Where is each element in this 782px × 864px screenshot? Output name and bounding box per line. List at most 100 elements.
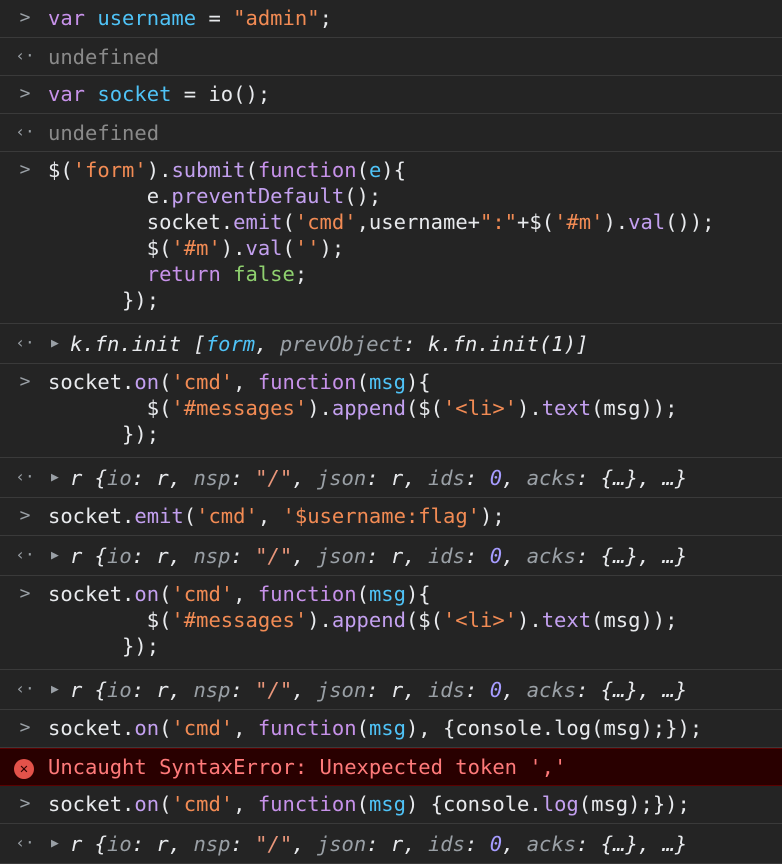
code-token: ( [159, 716, 172, 740]
code-token: 'cmd' [171, 370, 234, 394]
preview-token: r { [70, 678, 108, 702]
code-line[interactable]: e.preventDefault(); [48, 184, 382, 208]
expand-triangle-icon[interactable]: ▶ [51, 682, 59, 697]
chevron-right-icon: > [19, 159, 31, 180]
code-line[interactable]: }); [48, 634, 159, 658]
code-token: ). [517, 396, 542, 420]
code-token: on [134, 370, 160, 394]
code-token: ){ [405, 582, 431, 606]
preview-token: 0 [489, 544, 503, 568]
code-token: ":" [480, 210, 518, 234]
preview-token: , [292, 466, 317, 490]
expand-triangle-icon[interactable]: ▶ [51, 336, 59, 351]
code-token: , [233, 716, 258, 740]
code-line[interactable]: socket.on('cmd', function(msg){ [48, 582, 431, 606]
console-entry-result[interactable]: ‹· ▶ r {io: r, nsp: "/", json: r, ids: 0, … [0, 824, 782, 864]
code-token: ), {console.log(msg);}); [405, 716, 703, 740]
console-entry-input: > socket.emit('cmd', '$username:flag'); [0, 498, 782, 536]
expand-triangle-icon[interactable]: ▶ [51, 836, 59, 851]
expand-triangle-icon[interactable]: ▶ [51, 470, 59, 485]
preview-token: , [292, 832, 317, 856]
console-entry-result[interactable]: ‹· ▶ r {io: r, nsp: "/", json: r, ids: 0, … [0, 458, 782, 498]
code-token: msg [368, 582, 406, 606]
code-line[interactable]: socket.on('cmd', function(msg){ [48, 370, 431, 394]
code-token: socket. [48, 210, 234, 234]
code-token: function [257, 582, 357, 606]
object-preview[interactable]: r {io: r, nsp: "/", json: r, ids: 0, ack… [70, 544, 687, 568]
object-preview[interactable]: r {io: r, nsp: "/", json: r, ids: 0, ack… [70, 678, 687, 702]
code-token: $( [48, 236, 172, 260]
preview-token: , [502, 544, 527, 568]
code-token: '' [294, 236, 320, 260]
code-token: function [257, 716, 357, 740]
preview-token: ids [427, 678, 465, 702]
code-line[interactable]: }); [48, 422, 159, 446]
code-token: var [48, 82, 98, 106]
return-arrow-icon: ‹· [15, 122, 35, 141]
console-entry-output: ‹· undefined [0, 114, 782, 152]
code-token: socket. [48, 504, 135, 528]
code-token: ( [245, 158, 258, 182]
chevron-right-icon: > [19, 583, 31, 604]
code-token: socket [97, 82, 172, 106]
code-token: socket. [48, 792, 135, 816]
code-token: 'cmd' [171, 792, 234, 816]
code-token: (msg)); [591, 396, 678, 420]
code-line[interactable]: $('#messages').append($('<li>').text(msg… [48, 608, 678, 632]
code-line[interactable]: $('form').submit(function(e){ [48, 158, 406, 182]
object-preview[interactable]: r {io: r, nsp: "/", json: r, ids: 0, ack… [70, 466, 687, 490]
preview-token: acks [526, 678, 577, 702]
code-line[interactable]: socket.emit('cmd', '$username:flag'); [48, 504, 505, 528]
preview-token: , [502, 678, 527, 702]
code-token: on [134, 582, 160, 606]
chevron-right-icon: > [19, 371, 31, 392]
object-preview[interactable]: k.fn.init [form, prevObject: k.fn.init(1… [70, 332, 588, 356]
preview-token: 0 [489, 832, 503, 856]
object-preview[interactable]: r {io: r, nsp: "/", json: r, ids: 0, ack… [70, 832, 687, 856]
code-token: 'form' [72, 158, 147, 182]
code-line[interactable]: var socket = io(); [48, 82, 270, 106]
code-token: ( [356, 716, 369, 740]
code-token: , [233, 582, 258, 606]
code-line[interactable]: }); [48, 288, 159, 312]
code-token: '<li>' [442, 608, 518, 632]
code-line[interactable]: socket.emit('cmd',username+":"+$('#m').v… [48, 210, 715, 234]
code-token: ( [159, 582, 172, 606]
preview-token: : [230, 466, 256, 490]
preview-token: acks [526, 544, 577, 568]
code-line[interactable]: return false; [48, 262, 307, 286]
preview-token: : r, [366, 832, 428, 856]
code-token: function [257, 158, 357, 182]
console-entry-error: ✕ Uncaught SyntaxError: Unexpected token … [0, 748, 782, 786]
preview-token: 0 [489, 678, 503, 702]
code-token: = [196, 6, 234, 30]
code-token: on [134, 716, 160, 740]
code-token: socket. [48, 716, 135, 740]
code-token: }); [48, 422, 160, 446]
code-token: preventDefault [171, 184, 345, 208]
code-token: false [233, 262, 295, 286]
code-line[interactable]: socket.on('cmd', function(msg), {console… [48, 716, 702, 740]
chevron-right-icon: > [19, 505, 31, 526]
code-token: text [541, 608, 592, 632]
preview-token: nsp [193, 832, 231, 856]
console-entry-result[interactable]: ‹· ▶ k.fn.init [form, prevObject: k.fn.ini… [0, 324, 782, 364]
code-token: ()); [665, 210, 715, 234]
console-entry-input: > socket.on('cmd', function(msg){ $('#mes… [0, 364, 782, 458]
code-token: ( [282, 210, 295, 234]
code-token: $( [48, 158, 73, 182]
console-entry-result[interactable]: ‹· ▶ r {io: r, nsp: "/", json: r, ids: 0, … [0, 536, 782, 576]
code-line[interactable]: $('#m').val(''); [48, 236, 345, 260]
code-line[interactable]: $('#messages').append($('<li>').text(msg… [48, 396, 678, 420]
code-token: ). [307, 396, 332, 420]
code-line[interactable]: socket.on('cmd', function(msg) {console.… [48, 792, 690, 816]
code-line[interactable]: var username = "admin"; [48, 6, 332, 30]
console-entry-result[interactable]: ‹· ▶ r {io: r, nsp: "/", json: r, ids: 0, … [0, 670, 782, 710]
expand-triangle-icon[interactable]: ▶ [51, 548, 59, 563]
preview-token: r { [70, 832, 108, 856]
code-token: msg [368, 716, 406, 740]
code-token: ( [159, 792, 172, 816]
preview-token: k.fn.init [70, 332, 194, 356]
